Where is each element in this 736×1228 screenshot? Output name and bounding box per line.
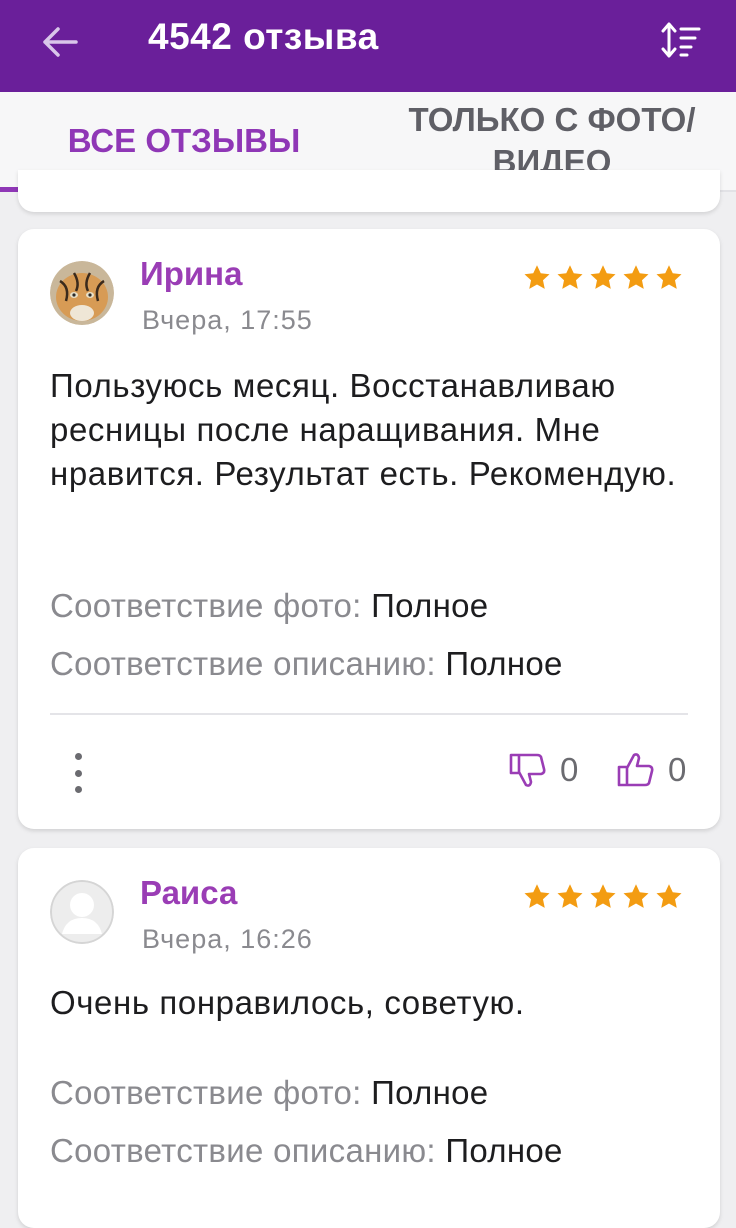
description-match-label: Соответствие описанию:: [50, 1132, 436, 1169]
photo-match-value: Полное: [371, 587, 489, 624]
default-user-icon: [50, 880, 114, 944]
review-card: Ирина Вчера, 17:55 Пользуюсь месяц. Восс…: [18, 229, 720, 829]
review-text: Пользуюсь месяц. Восстанавливаю ресницы …: [50, 367, 677, 492]
description-match-row: Соответствие описанию: Полное: [50, 1132, 563, 1170]
tiger-avatar-icon: [50, 261, 114, 325]
more-vertical-icon: [74, 753, 82, 760]
star-icon: [557, 265, 583, 289]
page-title: 4542 отзыва: [148, 16, 379, 57]
star-rating: [522, 882, 684, 912]
star-icon: [557, 884, 583, 908]
star-icon: [590, 884, 616, 908]
star-icon: [590, 265, 616, 289]
back-button[interactable]: [36, 18, 84, 66]
description-match-value: Полное: [445, 645, 563, 682]
more-options-button[interactable]: [66, 753, 90, 793]
photo-match-label: Соответствие фото:: [50, 1074, 362, 1111]
star-rating: [522, 263, 684, 293]
photo-match-row: Соответствие фото: Полное: [50, 587, 488, 625]
divider: [50, 713, 688, 715]
thumbs-down-icon: [509, 753, 546, 787]
review-card: Раиса Вчера, 16:26 Очень понравилось, со…: [18, 848, 720, 1228]
like-count: 0: [668, 751, 687, 788]
star-icon: [656, 265, 682, 289]
review-author: Ирина: [140, 255, 243, 292]
like-button[interactable]: 0: [616, 751, 686, 789]
review-date: Вчера, 16:26: [142, 924, 313, 954]
photo-match-row: Соответствие фото: Полное: [50, 1074, 488, 1112]
review-date: Вчера, 17:55: [142, 305, 313, 335]
dislike-count: 0: [560, 751, 579, 788]
description-match-row: Соответствие описанию: Полное: [50, 645, 563, 683]
sort-icon: [661, 22, 701, 58]
description-match-value: Полное: [445, 1132, 563, 1169]
sort-button[interactable]: [654, 14, 708, 68]
review-text: Очень понравилось, советую.: [50, 984, 525, 1021]
avatar: [50, 880, 114, 944]
thumbs-up-icon: [617, 753, 654, 787]
review-author: Раиса: [140, 874, 238, 911]
dislike-button[interactable]: 0: [508, 751, 578, 789]
previous-review-card: [18, 170, 720, 212]
star-icon: [623, 265, 649, 289]
star-icon: [524, 884, 550, 908]
description-match-label: Соответствие описанию:: [50, 645, 436, 682]
top-app-bar: 4542 отзыва: [0, 0, 736, 92]
arrow-left-icon: [43, 27, 78, 57]
photo-match-value: Полное: [371, 1074, 489, 1111]
star-icon: [623, 884, 649, 908]
avatar: [50, 261, 114, 325]
photo-match-label: Соответствие фото:: [50, 587, 362, 624]
star-icon: [656, 884, 682, 908]
star-icon: [524, 265, 550, 289]
